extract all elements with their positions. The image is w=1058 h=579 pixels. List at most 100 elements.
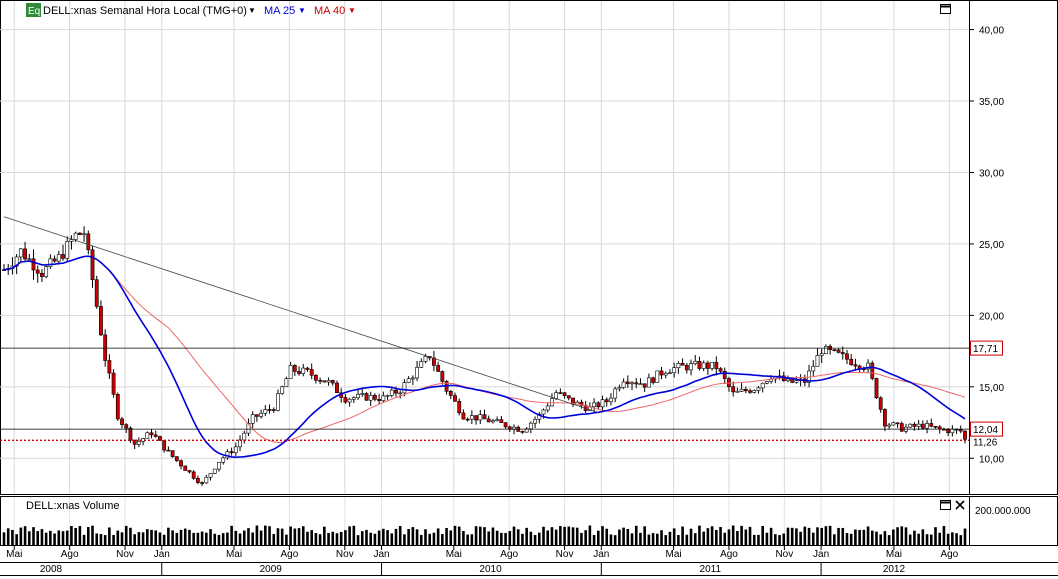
volume-bar [230,525,233,545]
candle-body [714,361,719,369]
volume-bars [2,525,967,545]
volume-bar [196,532,200,545]
volume-bar [647,534,651,545]
candle-body [254,414,259,417]
candle-body [330,380,335,384]
ma40-dropdown-icon[interactable]: ▼ [348,6,356,15]
candle-body [343,397,348,403]
candle-body [77,232,82,235]
volume-bar [441,534,444,545]
volume-bar [407,529,410,545]
volume-bar [15,534,18,545]
candle-body [200,482,205,484]
volume-bar [592,535,596,545]
eq-badge-text: Eq [28,6,40,17]
volume-bar [601,526,604,545]
candle-body [836,349,841,353]
candle-body [377,399,382,401]
candle-body [558,392,563,394]
candle-body [684,364,689,371]
candle-body [86,233,91,251]
volume-bar [571,527,575,545]
candle-body [545,405,550,411]
candle-body [170,450,175,457]
volume-bar [466,534,469,545]
candle-body [604,399,609,403]
candle-body [693,361,698,364]
volume-bar [141,532,145,545]
candle-body [946,429,951,434]
volume-bar [158,532,162,545]
candle-body [486,418,491,423]
volume-bar [238,533,242,545]
volume-bar [698,525,701,545]
maximize-volume-panel-icon[interactable] [940,500,951,510]
candle-body [469,415,474,420]
volume-bar [390,533,394,545]
ma25-dropdown-icon[interactable]: ▼ [298,6,306,15]
candle-body [385,395,390,397]
candle-body [853,364,858,367]
ma40-label[interactable]: MA 40 [314,5,345,17]
volume-bar [782,533,786,545]
volume-bar [137,532,141,545]
volume-bar [179,529,183,545]
volume-bar [289,526,292,545]
volume-axis-frame [969,496,1058,546]
volume-bar [339,531,343,545]
candle-body [166,449,171,452]
volume-bar [693,533,697,545]
close-volume-panel-icon[interactable] [955,500,965,510]
candle-body [562,392,567,396]
symbol-dropdown-icon[interactable]: ▼ [248,6,256,15]
volume-bar [554,529,558,545]
candle-body [250,414,255,424]
month-label: Mai [886,549,902,560]
candle-body [406,378,411,383]
volume-bar [32,527,35,545]
volume-bar [251,532,254,545]
volume-bar [280,528,284,545]
candle-body [322,380,327,383]
candle-body [233,446,238,454]
volume-bar [264,525,267,545]
candle-body [878,397,883,410]
y-tick-label: 20,00 [979,311,1004,322]
volume-bar [462,530,465,545]
volume-bar [175,532,179,545]
candle-body [638,383,643,386]
volume-bar [192,532,195,545]
candle-body [453,395,457,402]
candle-body [179,460,183,467]
volume-bar [613,535,617,545]
volume-bar [491,527,495,545]
volume-bar [398,526,402,545]
candle-body [600,399,605,408]
candle-body [609,397,613,403]
candle-body [183,465,188,471]
volume-bar [445,527,448,545]
symbol-label[interactable]: DELL:xnas Semanal Hora Local (TMG+0) [43,5,247,17]
candle-body [891,422,896,426]
ma25-label[interactable]: MA 25 [264,5,295,17]
month-label: Mai [226,549,242,560]
candle-body [124,424,129,429]
volume-bar [757,534,760,545]
volume-bar [689,528,693,545]
volume-bar [715,529,718,545]
volume-bar [323,526,326,545]
volume-bar [765,532,769,545]
volume-bar [500,532,503,545]
candle-body [398,392,403,395]
candle-body [208,472,213,478]
volume-bar [70,525,73,545]
candle-body [351,397,356,400]
volume-bar [474,526,478,545]
volume-bar [828,525,832,545]
volume-bar [255,525,259,545]
volume-bar [61,531,65,545]
volume-bar [639,532,642,545]
candle-body [912,423,917,427]
volume-bar [150,529,153,545]
maximize-price-panel-icon[interactable] [940,4,951,14]
